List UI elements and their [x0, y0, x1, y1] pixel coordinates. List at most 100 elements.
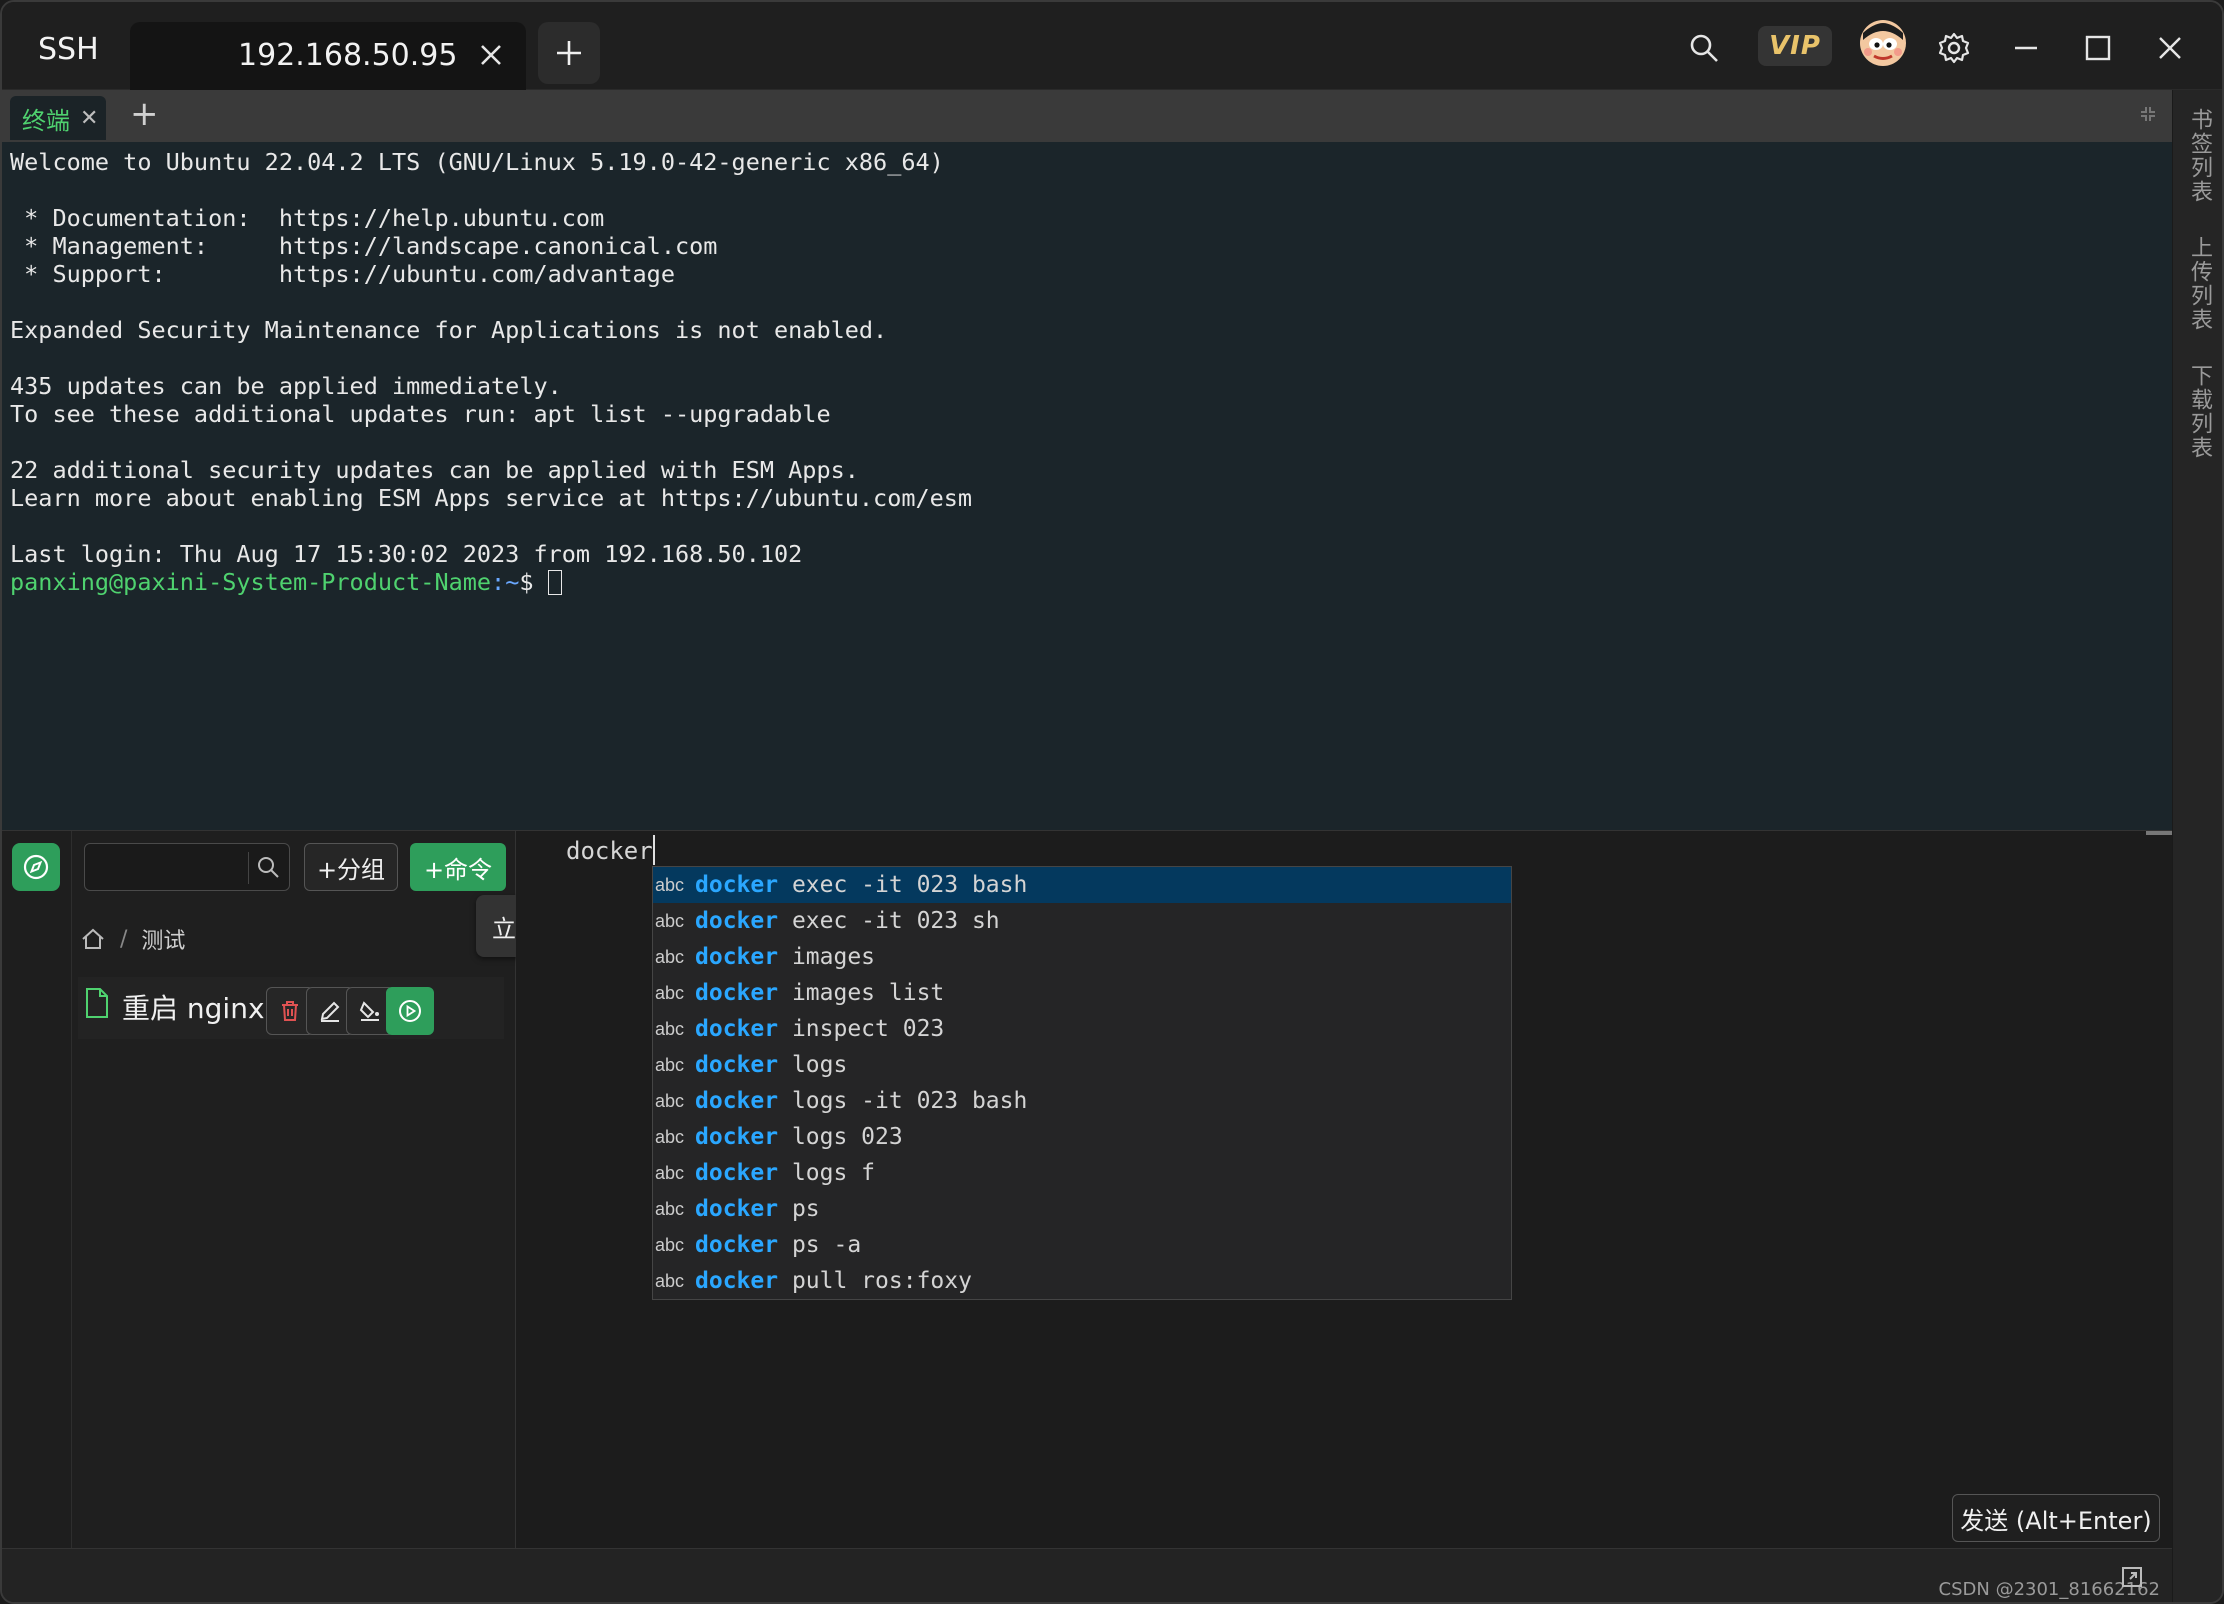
suggestion-item[interactable]: abc docker pull ros:foxy	[653, 1263, 1511, 1299]
terminal-line: Expanded Security Maintenance for Applic…	[10, 316, 888, 344]
run-now-button[interactable]	[386, 987, 434, 1035]
suggestion-item[interactable]: abc docker ps -a	[653, 1227, 1511, 1263]
right-sidebar: 书签列表 上传列表 下载列表	[2172, 90, 2222, 1602]
expand-icon[interactable]	[2120, 1565, 2144, 1589]
add-command-button[interactable]: +命令	[410, 843, 506, 891]
suggestion-keyword: docker	[695, 1268, 779, 1294]
suggestion-rest: logs	[778, 1052, 848, 1078]
command-name: 重启 nginx	[122, 992, 265, 1025]
prompt-path: :~	[491, 568, 520, 596]
autocomplete-list[interactable]: abc docker exec -it 023 bash abc docker exe…	[652, 866, 1512, 1300]
suggestion-item[interactable]: abc docker inspect 023	[653, 1011, 1511, 1047]
send-button[interactable]: 发送 (Alt+Enter)	[1952, 1494, 2160, 1542]
suggestion-rest: logs 023	[778, 1124, 903, 1150]
search-icon[interactable]	[255, 854, 281, 880]
command-panel: +分组 +命令 / 测试 重启 nginx	[72, 831, 604, 1549]
suggestion-keyword: docker	[695, 944, 779, 970]
suggestion-keyword: docker	[695, 908, 779, 934]
command-row[interactable]: 重启 nginx	[78, 977, 504, 1039]
suggestion-item[interactable]: abc docker images list	[653, 975, 1511, 1011]
play-icon	[399, 1000, 421, 1022]
suggestion-keyword: docker	[695, 1196, 779, 1222]
suggestion-keyword: docker	[695, 980, 779, 1006]
search-divider	[248, 852, 249, 884]
suggestion-rest: logs f	[778, 1160, 876, 1186]
suggestion-keyword: docker	[695, 1016, 779, 1042]
pencil-icon	[320, 1001, 340, 1022]
suggestion-item[interactable]: abc docker ps	[653, 1191, 1511, 1227]
file-icon	[86, 988, 108, 1018]
terminal-line: To see these additional updates run: apt…	[10, 400, 831, 428]
suggestion-item[interactable]: abc docker logs	[653, 1047, 1511, 1083]
sidebar-item-uploads[interactable]: 上传列表	[2183, 236, 2215, 332]
settings-button[interactable]	[1932, 26, 1976, 70]
text-kind-icon: abc	[655, 1270, 685, 1291]
compass-icon	[23, 854, 49, 880]
host-tab-label: 192.168.50.95	[238, 38, 458, 73]
avatar[interactable]	[1860, 20, 1906, 66]
minimize-button[interactable]	[2004, 26, 2048, 70]
suggestion-keyword: docker	[695, 1160, 779, 1186]
terminal-line: * Management: https://landscape.canonica…	[10, 232, 718, 260]
suggestion-item[interactable]: abc docker exec -it 023 bash	[653, 867, 1511, 903]
suggestion-rest: ps	[778, 1196, 820, 1222]
breadcrumb-folder[interactable]: 测试	[141, 923, 185, 955]
terminal-line: * Documentation: https://help.ubuntu.com	[10, 204, 605, 232]
maximize-button[interactable]	[2076, 26, 2120, 70]
vip-badge[interactable]: VIP	[1758, 26, 1832, 66]
command-search-input[interactable]	[84, 843, 290, 891]
trash-icon	[282, 1001, 298, 1021]
compass-button[interactable]	[12, 843, 60, 891]
suggestion-item[interactable]: abc docker logs f	[653, 1155, 1511, 1191]
terminal-line: Welcome to Ubuntu 22.04.2 LTS (GNU/Linux…	[10, 148, 944, 176]
suggestion-item[interactable]: abc docker logs 023	[653, 1119, 1511, 1155]
close-icon[interactable]	[474, 38, 508, 72]
search-button[interactable]	[1682, 26, 1726, 70]
suggestion-rest: inspect 023	[778, 1016, 945, 1042]
text-kind-icon: abc	[655, 946, 685, 967]
host-tab[interactable]: 192.168.50.95	[130, 22, 526, 90]
breadcrumb: / 测试	[80, 923, 185, 955]
close-icon	[2159, 37, 2181, 59]
scroll-indicator[interactable]	[2146, 831, 2172, 835]
collapse-icon[interactable]	[2138, 104, 2158, 124]
suggestion-item[interactable]: abc docker images	[653, 939, 1511, 975]
add-group-button[interactable]: +分组	[304, 843, 398, 891]
suggestion-rest: exec -it 023 bash	[778, 872, 1028, 898]
suggestion-keyword: docker	[695, 1124, 779, 1150]
editor-line: docker	[566, 835, 655, 865]
suggestion-rest: images	[778, 944, 876, 970]
home-icon[interactable]	[80, 926, 106, 952]
add-tab-button[interactable]	[538, 22, 600, 84]
close-icon[interactable]: ✕	[80, 106, 98, 131]
close-window-button[interactable]	[2148, 26, 2192, 70]
terminal-line: 435 updates can be applied immediately.	[10, 372, 562, 400]
add-session-button[interactable]: +	[130, 94, 159, 134]
gear-icon	[1938, 32, 1970, 64]
terminal-cursor	[547, 570, 562, 595]
prompt-symbol: $	[519, 568, 548, 596]
avatar-face-icon	[1863, 23, 1903, 60]
text-kind-icon: abc	[655, 910, 685, 931]
suggestion-rest: images list	[778, 980, 945, 1006]
suggestion-rest: ps -a	[778, 1232, 862, 1258]
text-kind-icon: abc	[655, 982, 685, 1003]
terminal-output[interactable]: Welcome to Ubuntu 22.04.2 LTS (GNU/Linux…	[2, 142, 2172, 830]
sidebar-item-bookmarks[interactable]: 书签列表	[2183, 108, 2215, 204]
terminal-line: * Support: https://ubuntu.com/advantage	[10, 260, 675, 288]
terminal-line: Learn more about enabling ESM Apps servi…	[10, 484, 973, 512]
maximize-icon	[2085, 35, 2111, 61]
app-window: SSH 192.168.50.95 VIP 终端 ✕ + Welcome to …	[0, 0, 2224, 1604]
app-label: SSH	[38, 32, 99, 67]
text-kind-icon: abc	[655, 1234, 685, 1255]
suggestion-keyword: docker	[695, 872, 779, 898]
tab-terminal[interactable]: 终端 ✕	[10, 96, 106, 140]
text-kind-icon: abc	[655, 1126, 685, 1147]
editor-input-text: docker	[566, 837, 653, 865]
suggestion-item[interactable]: abc docker exec -it 023 sh	[653, 903, 1511, 939]
prompt-user: panxing@paxini-System-Product-Name	[10, 568, 492, 596]
sidebar-item-downloads[interactable]: 下载列表	[2183, 364, 2215, 460]
suggestion-keyword: docker	[695, 1088, 779, 1114]
suggestion-item[interactable]: abc docker logs -it 023 bash	[653, 1083, 1511, 1119]
terminal-line: 22 additional security updates can be ap…	[10, 456, 859, 484]
